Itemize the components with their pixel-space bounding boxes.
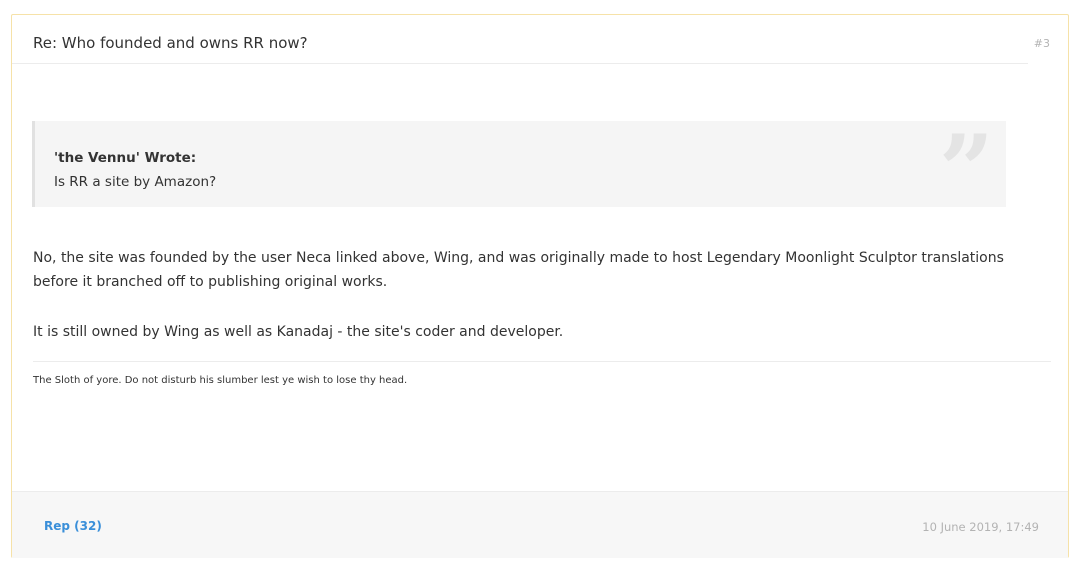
rep-button[interactable]: Rep (32) [44, 519, 102, 533]
post-footer: Rep (32) 10 June 2019, 17:49 [12, 491, 1068, 558]
signature-divider [33, 361, 1051, 362]
quote-marks-icon: ” [938, 114, 994, 227]
post-date: 10 June 2019, 17:49 [922, 520, 1039, 534]
post-paragraph: It is still owned by Wing as well as Kan… [33, 324, 564, 340]
post-paragraph: No, the site was founded by the user Nec… [33, 250, 1004, 290]
post-body: No, the site was founded by the user Nec… [33, 246, 1023, 344]
quote-author: 'the Vennu' Wrote: [54, 150, 197, 166]
post-title: Re: Who founded and owns RR now? [33, 34, 308, 52]
signature: The Sloth of yore. Do not disturb his sl… [33, 375, 408, 386]
post-number[interactable]: #3 [1034, 37, 1050, 50]
forum-post: Re: Who founded and owns RR now? #3 'the… [11, 14, 1069, 558]
post-header: Re: Who founded and owns RR now? [12, 15, 1028, 64]
quote-block: 'the Vennu' Wrote: Is RR a site by Amazo… [32, 121, 1006, 219]
quote-text: Is RR a site by Amazon? [54, 174, 217, 190]
